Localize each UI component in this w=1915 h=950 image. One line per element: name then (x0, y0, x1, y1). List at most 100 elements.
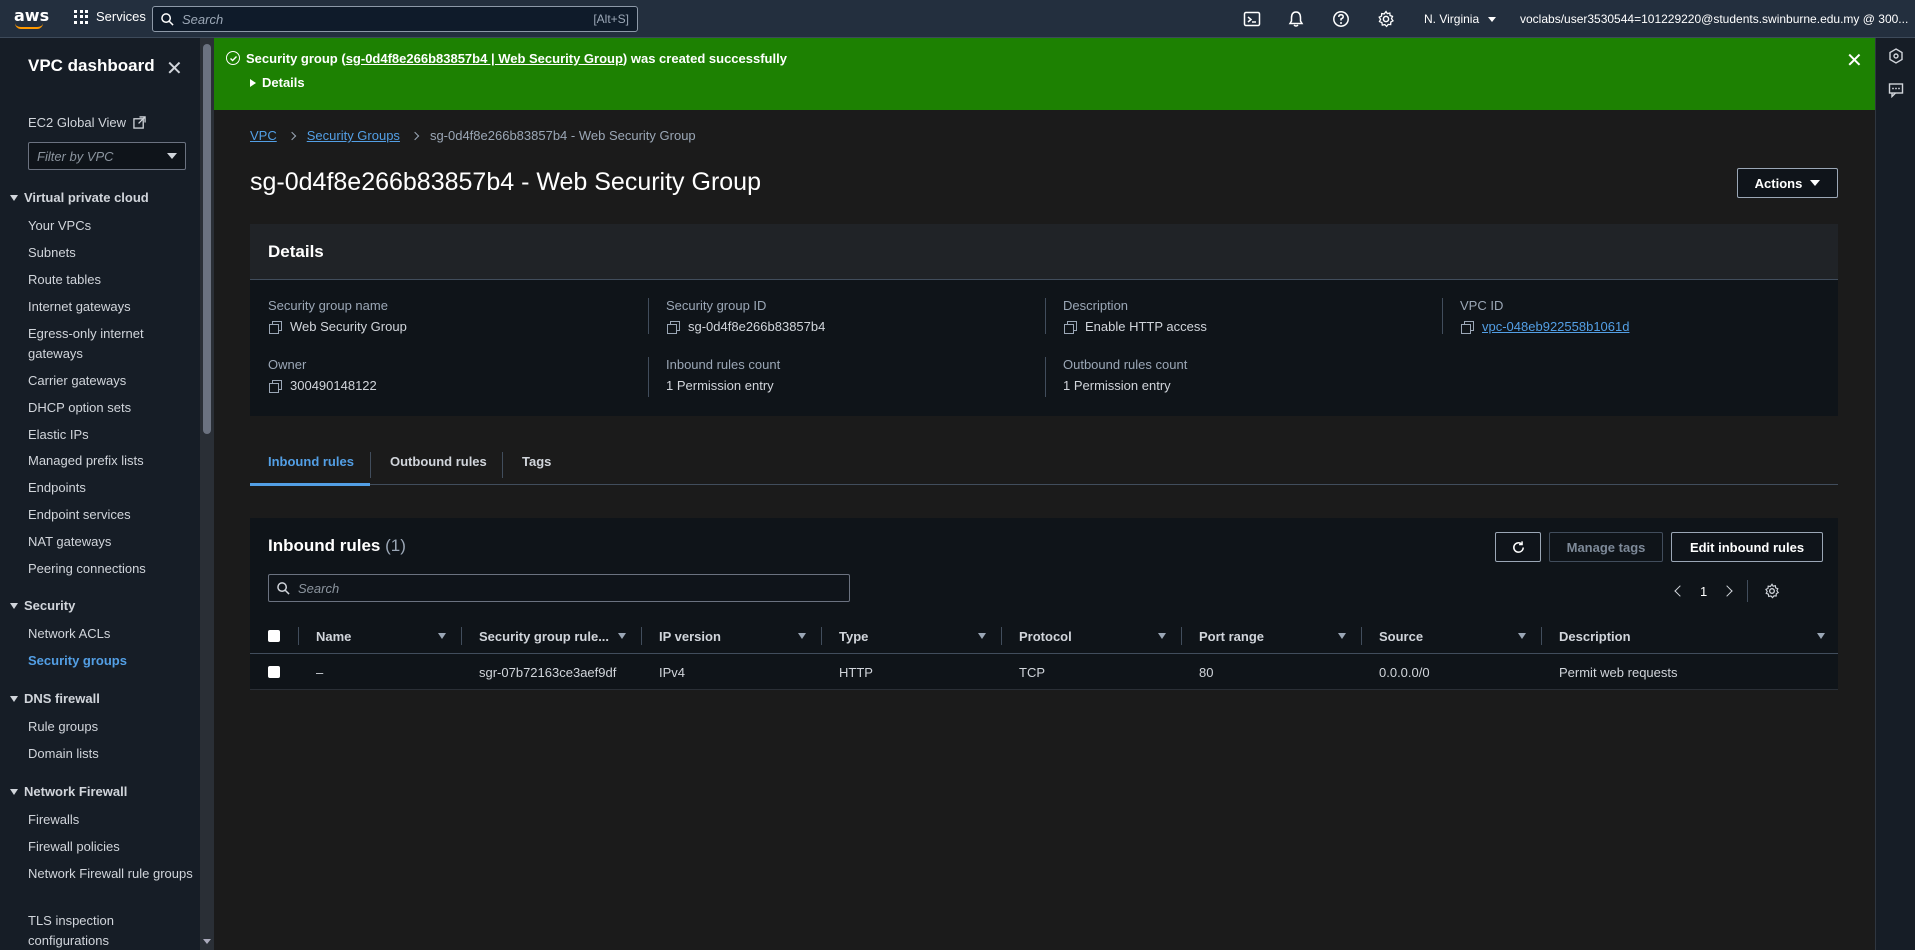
notifications-bell-icon[interactable] (1287, 10, 1305, 28)
copy-icon[interactable] (666, 320, 680, 334)
copy-icon[interactable] (1063, 320, 1077, 334)
settings-gear-icon[interactable] (1377, 10, 1395, 28)
actions-dropdown-button[interactable]: Actions (1737, 168, 1838, 198)
dismiss-flash-icon[interactable]: ✕ (1846, 48, 1863, 73)
sidebar-item-firewalls[interactable]: Firewalls (28, 810, 193, 830)
help-icon[interactable] (1332, 10, 1350, 28)
column-header-source[interactable]: Source (1379, 618, 1423, 654)
divider (1361, 627, 1362, 645)
column-header-description[interactable]: Description (1559, 618, 1631, 654)
sort-caret-icon[interactable] (618, 633, 626, 639)
sort-caret-icon[interactable] (1518, 633, 1526, 639)
refresh-button[interactable] (1495, 532, 1541, 562)
settings-gear-icon[interactable] (1764, 583, 1780, 599)
field-label: Owner (268, 357, 307, 372)
global-search-box[interactable]: [Alt+S] (152, 6, 638, 32)
field-label: Outbound rules count (1063, 357, 1188, 372)
row-checkbox[interactable] (268, 666, 280, 678)
sidebar-item-elastic-ips[interactable]: Elastic IPs (28, 425, 193, 445)
column-header-rule-id[interactable]: Security group rule... (479, 618, 609, 654)
sidebar-item-internet-gateways[interactable]: Internet gateways (28, 297, 193, 317)
copy-icon[interactable] (268, 320, 282, 334)
sidebar-section-dns-firewall[interactable]: DNS firewall (10, 691, 100, 706)
column-header-name[interactable]: Name (316, 618, 351, 654)
ec2-global-view-link[interactable]: EC2 Global View (28, 115, 146, 130)
table-row[interactable]: – sgr-07b72163ce3aef9df IPv4 HTTP TCP 80… (250, 654, 1838, 690)
caret-down-icon (167, 153, 177, 159)
services-menu-button[interactable]: Services (74, 9, 146, 24)
edit-inbound-rules-button[interactable]: Edit inbound rules (1671, 532, 1823, 562)
sidebar-item-network-acls[interactable]: Network ACLs (28, 624, 193, 644)
expand-caret-icon (10, 788, 18, 795)
info-panel-icon[interactable] (1888, 48, 1904, 64)
sidebar-item-subnets[interactable]: Subnets (28, 243, 193, 263)
tab-inbound-rules[interactable]: Inbound rules (268, 454, 354, 469)
account-menu[interactable]: voclabs/user3530544=101229220@students.s… (1520, 12, 1915, 26)
sort-caret-icon[interactable] (1817, 633, 1825, 639)
sort-caret-icon[interactable] (798, 633, 806, 639)
sidebar-item-network-firewall-rule-groups[interactable]: Network Firewall rule groups (28, 864, 193, 884)
column-header-type[interactable]: Type (839, 618, 868, 654)
inbound-rules-heading: Inbound rules (1) (268, 536, 406, 556)
sidebar-section-network-firewall[interactable]: Network Firewall (10, 784, 127, 799)
sidebar-item-tls-inspection-configurations[interactable]: TLS inspection configurations (28, 911, 193, 950)
divider (1001, 627, 1002, 645)
sidebar-section-security[interactable]: Security (10, 598, 75, 613)
close-sidebar-icon[interactable]: ✕ (166, 56, 183, 81)
sidebar-item-endpoint-services[interactable]: Endpoint services (28, 505, 193, 525)
sidebar-item-managed-prefix-lists[interactable]: Managed prefix lists (28, 451, 193, 471)
chevron-right-icon[interactable] (1721, 585, 1733, 597)
cell-ip-version: IPv4 (659, 664, 686, 680)
column-header-port-range[interactable]: Port range (1199, 618, 1264, 654)
sidebar-item-dhcp-option-sets[interactable]: DHCP option sets (28, 398, 193, 418)
manage-tags-button[interactable]: Manage tags (1549, 532, 1663, 562)
sort-caret-icon[interactable] (1158, 633, 1166, 639)
sort-caret-icon[interactable] (1338, 633, 1346, 639)
copy-icon[interactable] (1460, 320, 1474, 334)
sidebar-item-carrier-gateways[interactable]: Carrier gateways (28, 371, 193, 391)
column-header-ip-version[interactable]: IP version (659, 618, 721, 654)
search-icon (161, 12, 174, 26)
copy-icon[interactable] (268, 379, 282, 393)
description-field: Description Enable HTTP access (1063, 298, 1207, 334)
expand-caret-icon (10, 695, 18, 702)
sidebar-item-domain-lists[interactable]: Domain lists (28, 744, 193, 764)
select-all-checkbox[interactable] (268, 630, 280, 642)
divider (1541, 627, 1542, 645)
flash-security-group-link[interactable]: sg-0d4f8e266b83857b4 | Web Security Grou… (346, 51, 623, 66)
sidebar-item-your-vpcs[interactable]: Your VPCs (28, 216, 193, 236)
sidebar-section-virtual-private-cloud[interactable]: Virtual private cloud (10, 190, 149, 205)
chevron-left-icon[interactable] (1674, 585, 1686, 597)
scroll-down-arrow-icon[interactable] (203, 939, 211, 944)
region-selector[interactable]: N. Virginia (1424, 12, 1497, 26)
sidebar-item-endpoints[interactable]: Endpoints (28, 478, 193, 498)
breadcrumb-security-groups[interactable]: Security Groups (307, 128, 400, 143)
sort-caret-icon[interactable] (978, 633, 986, 639)
tab-label: Outbound rules (390, 454, 487, 469)
sidebar-item-nat-gateways[interactable]: NAT gateways (28, 532, 193, 552)
cloudshell-icon[interactable] (1243, 10, 1261, 28)
vpc-id-link[interactable]: vpc-048eb922558b1061d (1482, 319, 1629, 334)
sort-caret-icon[interactable] (438, 633, 446, 639)
filter-by-vpc-select[interactable]: Filter by VPC (28, 142, 186, 170)
flash-details-label: Details (262, 75, 305, 90)
sidebar-item-firewall-policies[interactable]: Firewall policies (28, 837, 193, 857)
sidebar-item-peering-connections[interactable]: Peering connections (28, 559, 193, 579)
sidebar-item-rule-groups[interactable]: Rule groups (28, 717, 193, 737)
breadcrumb-vpc[interactable]: VPC (250, 128, 277, 143)
flash-details-toggle[interactable]: Details (250, 75, 305, 90)
tab-outbound-rules[interactable]: Outbound rules (390, 454, 487, 469)
aws-logo[interactable]: aws (14, 6, 49, 32)
current-page[interactable]: 1 (1700, 584, 1707, 599)
feedback-icon[interactable] (1888, 82, 1904, 98)
sidebar-scrollbar[interactable] (200, 38, 214, 950)
rules-search-input[interactable] (298, 580, 841, 596)
sidebar-item-egress-only-internet-gateways[interactable]: Egress-only internet gateways (28, 324, 193, 364)
tab-tags[interactable]: Tags (522, 454, 551, 469)
sidebar-item-route-tables[interactable]: Route tables (28, 270, 193, 290)
column-header-protocol[interactable]: Protocol (1019, 618, 1072, 654)
scrollbar-thumb[interactable] (203, 44, 211, 434)
global-search-input[interactable] (182, 11, 594, 27)
sidebar-item-security-groups[interactable]: Security groups (28, 651, 193, 671)
rules-search-box[interactable] (268, 574, 850, 602)
